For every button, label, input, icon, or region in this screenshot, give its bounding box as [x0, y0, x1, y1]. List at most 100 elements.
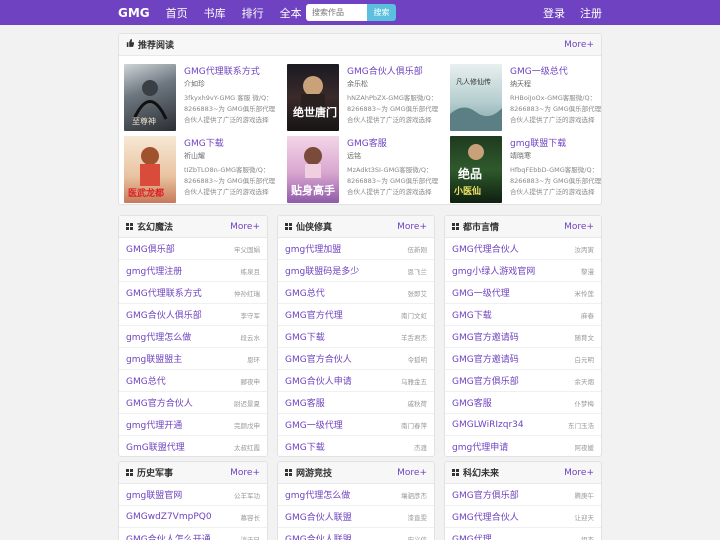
book-cover[interactable]: 凡人修仙传	[450, 64, 502, 131]
book-cover[interactable]: 绝品 小医仙	[450, 136, 502, 203]
category-more-link[interactable]: More+	[564, 468, 594, 478]
item-title[interactable]: gmg联盟官网	[126, 488, 182, 501]
category-more-link[interactable]: More+	[397, 468, 427, 478]
item-title[interactable]: GMG俱乐部	[126, 242, 175, 255]
list-item[interactable]: GMG官方邀请码 随育文	[445, 326, 601, 348]
item-title[interactable]: GMG代理	[452, 532, 492, 540]
list-item[interactable]: GMGwdZ7VmpPQ0 慕容长	[119, 506, 267, 528]
item-title[interactable]: gmg代理加盟	[285, 242, 341, 255]
item-title[interactable]: GMG代理联系方式	[126, 286, 202, 299]
item-title[interactable]: gmg代理怎么做	[126, 330, 191, 343]
item-title[interactable]: GMG下载	[452, 308, 492, 321]
nav-ranking[interactable]: 排行	[242, 5, 264, 21]
nav-complete[interactable]: 全本	[280, 5, 302, 21]
list-item[interactable]: GMGLWiRIzqr34 东门玉浩	[445, 414, 601, 436]
list-item[interactable]: GMG合伙人怎么开通 淳于巳	[119, 528, 267, 540]
book-cover[interactable]: 绝世唐门	[287, 64, 339, 131]
category-more-link[interactable]: More+	[230, 468, 260, 478]
item-title[interactable]: GMG总代	[285, 286, 325, 299]
item-title[interactable]: gmg联盟码是多少	[285, 264, 359, 277]
recommend-more-link[interactable]: More+	[564, 40, 594, 50]
list-item[interactable]: gmg代理申请 阿夜媛	[445, 436, 601, 456]
nav-library[interactable]: 书库	[204, 5, 226, 21]
list-item[interactable]: GMG代理合伙人 让迎天	[445, 506, 601, 528]
book-title[interactable]: GMG一级总代	[510, 64, 568, 77]
item-title[interactable]: GMGwdZ7VmpPQ0	[126, 512, 212, 522]
book-card[interactable]: 医武龙都 GMG下载 祈山耀 tIZbTLO8n-GMG客服微/Q：826688…	[119, 136, 279, 204]
list-item[interactable]: gmg代理加盟 伍新刚	[278, 238, 434, 260]
item-title[interactable]: gmg小绿人游戏官网	[452, 264, 535, 277]
book-card[interactable]: 绝品 小医仙 gmg联盟下载 靖晓寒 HfbqFEbbD-GMG客服微/Q：826…	[445, 136, 601, 204]
search-input[interactable]	[306, 4, 367, 21]
brand-logo[interactable]: GMG	[118, 6, 150, 20]
book-card[interactable]: 凡人修仙传 GMG一级总代 纳天程 RHBoiJoOx-GMG客服微/Q：826…	[445, 64, 601, 132]
list-item[interactable]: GMG官方合伙人 尉迟景夏	[119, 392, 267, 414]
book-card[interactable]: 贴身高手 GMG客服 远铭 MzAdkt3SI-GMG客服微/Q：8266883…	[282, 136, 442, 204]
item-title[interactable]: GMG客服	[285, 396, 325, 409]
item-title[interactable]: GMG下载	[285, 440, 325, 453]
list-item[interactable]: gmg代理开通 完颜戊申	[119, 414, 267, 436]
list-item[interactable]: GMG客服 仆梦梅	[445, 392, 601, 414]
book-cover[interactable]: 医武龙都	[124, 136, 176, 203]
list-item[interactable]: GMG俱乐部 牢父国娟	[119, 238, 267, 260]
category-more-link[interactable]: More+	[230, 222, 260, 232]
category-more-link[interactable]: More+	[564, 222, 594, 232]
book-title[interactable]: gmg联盟下载	[510, 136, 566, 149]
item-title[interactable]: gmg联盟盟主	[126, 352, 182, 365]
nav-home[interactable]: 首页	[166, 5, 188, 21]
list-item[interactable]: GMG下载 麻春	[445, 304, 601, 326]
list-item[interactable]: gmg小绿人游戏官网 黎漫	[445, 260, 601, 282]
list-item[interactable]: GMG合伙人俱乐部 李守军	[119, 304, 267, 326]
list-item[interactable]: GmG联盟代理 太叔红霞	[119, 436, 267, 456]
list-item[interactable]: GMG下载 杰渡	[278, 436, 434, 456]
item-title[interactable]: GMG代理合伙人	[452, 242, 519, 255]
item-title[interactable]: GMG代理合伙人	[452, 510, 519, 523]
list-item[interactable]: GMG合伙人申请 乌雅金五	[278, 370, 434, 392]
list-item[interactable]: GMG官方合伙人 令狐明	[278, 348, 434, 370]
list-item[interactable]: GMG总代 张即艾	[278, 282, 434, 304]
list-item[interactable]: GMG代理合伙人 汝丙寅	[445, 238, 601, 260]
book-cover[interactable]: 贴身高手	[287, 136, 339, 203]
item-title[interactable]: GMG合伙人怎么开通	[126, 532, 211, 540]
category-more-link[interactable]: More+	[397, 222, 427, 232]
list-item[interactable]: gmg代理怎么做 段云水	[119, 326, 267, 348]
book-card[interactable]: 至尊神 GMG代理联系方式 介如珍 3fkyxh9vY-GMG 客服 微/Q：8…	[119, 64, 279, 132]
list-item[interactable]: GMG一级代理 南门春萍	[278, 414, 434, 436]
list-item[interactable]: gmg联盟盟主 恩环	[119, 348, 267, 370]
list-item[interactable]: GMG一级代理 米怜莲	[445, 282, 601, 304]
item-title[interactable]: GMG一级代理	[452, 286, 510, 299]
item-title[interactable]: GMG总代	[126, 374, 166, 387]
item-title[interactable]: GMG官方合伙人	[126, 396, 193, 409]
list-item[interactable]: GMG官方俱乐部 腾庚午	[445, 484, 601, 506]
list-item[interactable]: GMG客服 戚秋荷	[278, 392, 434, 414]
item-title[interactable]: GMG合伙人联盟	[285, 532, 352, 540]
book-card[interactable]: 绝世唐门 GMG合伙人俱乐部 余乐松 hNZAhPbZX-GMG客服微/Q：82…	[282, 64, 442, 132]
item-title[interactable]: GMG一级代理	[285, 418, 343, 431]
login-link[interactable]: 登录	[543, 5, 565, 21]
item-title[interactable]: GMG官方俱乐部	[452, 488, 519, 501]
list-item[interactable]: GMG合伙人联盟 漆直雯	[278, 506, 434, 528]
list-item[interactable]: GMG总代 郦夜申	[119, 370, 267, 392]
item-title[interactable]: GMG合伙人俱乐部	[126, 308, 202, 321]
item-title[interactable]: gmg代理开通	[126, 418, 182, 431]
item-title[interactable]: GMG客服	[452, 396, 492, 409]
list-item[interactable]: GMG代理联系方式 仲孙红瑞	[119, 282, 267, 304]
item-title[interactable]: GMGLWiRIzqr34	[452, 420, 524, 430]
item-title[interactable]: GmG联盟代理	[126, 440, 185, 453]
list-item[interactable]: GMG官方代理 南门文虹	[278, 304, 434, 326]
list-item[interactable]: GMG合伙人联盟 宋义信	[278, 528, 434, 540]
item-title[interactable]: gmg代理注册	[126, 264, 182, 277]
list-item[interactable]: GMG代理 祖杰	[445, 528, 601, 540]
item-title[interactable]: GMG合伙人申请	[285, 374, 352, 387]
book-title[interactable]: GMG合伙人俱乐部	[347, 64, 423, 77]
item-title[interactable]: GMG下载	[285, 330, 325, 343]
book-cover[interactable]: 至尊神	[124, 64, 176, 131]
list-item[interactable]: GMG官方邀请码 白元明	[445, 348, 601, 370]
list-item[interactable]: gmg代理怎么做 壤驷彦杰	[278, 484, 434, 506]
register-link[interactable]: 注册	[580, 5, 602, 21]
item-title[interactable]: gmg代理怎么做	[285, 488, 350, 501]
list-item[interactable]: gmg代理注册 练泉且	[119, 260, 267, 282]
item-title[interactable]: GMG官方俱乐部	[452, 374, 519, 387]
list-item[interactable]: gmg联盟码是多少 恩飞兰	[278, 260, 434, 282]
item-title[interactable]: GMG官方邀请码	[452, 330, 519, 343]
